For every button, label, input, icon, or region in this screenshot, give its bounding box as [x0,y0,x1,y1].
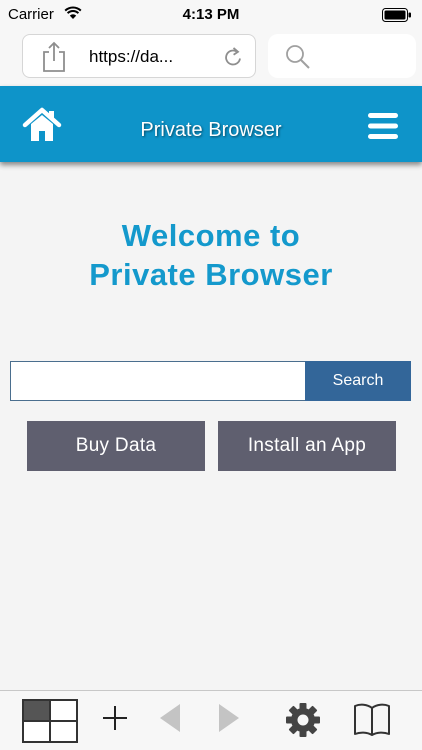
reload-icon[interactable] [221,45,245,69]
status-bar: Carrier 4:13 PM [0,0,422,30]
share-icon[interactable] [39,41,69,73]
tabs-icon[interactable] [22,699,78,743]
bottom-toolbar [0,690,422,750]
welcome-line-2: Private Browser [89,257,333,292]
forward-icon[interactable] [215,701,243,735]
welcome-line-1: Welcome to [121,218,301,253]
gear-icon[interactable] [283,701,323,739]
welcome-title: Welcome to Private Browser [0,216,422,294]
book-icon[interactable] [353,701,391,737]
url-text: https://da... [89,47,174,66]
header-title: Private Browser [140,119,282,141]
search-field[interactable] [268,34,416,78]
search-button[interactable]: Search [305,361,411,401]
url-field[interactable]: https://da... [22,34,256,78]
back-icon[interactable] [156,701,184,735]
status-time: 4:13 PM [182,6,240,23]
buy-data-button[interactable]: Buy Data [27,421,205,471]
search-input[interactable] [10,361,306,401]
install-app-button[interactable]: Install an App [218,421,396,471]
page-header: Private Browser [0,86,422,162]
search-icon [286,45,310,69]
battery-icon [382,8,411,22]
plus-icon[interactable] [101,701,129,735]
menu-icon[interactable] [368,112,398,140]
address-bar: https://da... [0,30,422,86]
